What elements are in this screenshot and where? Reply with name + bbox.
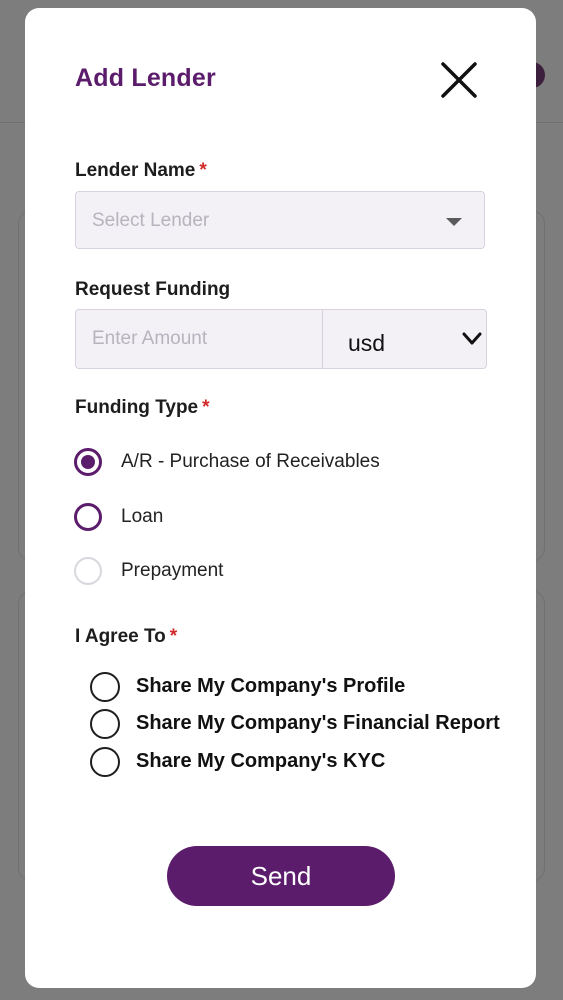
agree-checkbox[interactable] [90, 747, 120, 777]
close-icon [441, 62, 477, 98]
lender-select[interactable]: Select Lender [75, 191, 485, 249]
required-mark: * [169, 626, 178, 647]
add-lender-modal: Add Lender Lender Name * Select Lender Re… [25, 8, 536, 988]
agree-option-label: Share My Company's Financial Report [136, 712, 500, 734]
agree-checkbox[interactable] [90, 672, 120, 702]
funding-option-label: A/R - Purchase of Receivables [121, 451, 380, 472]
agree-checkbox[interactable] [90, 709, 120, 739]
radio-unchecked[interactable] [74, 557, 102, 585]
agree-option-label: Share My Company's KYC [136, 750, 386, 772]
close-button[interactable] [437, 58, 481, 102]
modal-title: Add Lender [75, 64, 216, 92]
agree-label: I Agree To * [75, 626, 177, 648]
chevron-down-icon [462, 332, 482, 345]
funding-option-label: Loan [121, 506, 164, 527]
request-funding-label: Request Funding [75, 279, 231, 300]
radio-checked[interactable] [74, 448, 102, 476]
radio-unchecked[interactable] [74, 503, 102, 531]
currency-select[interactable]: usd [323, 310, 486, 368]
lender-name-label: Lender Name * [75, 160, 207, 182]
currency-value: usd [348, 330, 386, 356]
amount-input[interactable] [76, 310, 323, 368]
request-funding-group: usd [75, 309, 487, 369]
funding-type-label-text: Funding Type [75, 397, 199, 418]
caret-down-icon [446, 218, 462, 226]
required-mark: * [202, 397, 210, 418]
lender-name-label-text: Lender Name [75, 160, 196, 181]
required-mark: * [199, 160, 207, 181]
funding-option-label: Prepayment [121, 560, 224, 581]
lender-select-placeholder: Select Lender [92, 210, 210, 231]
agree-option-label: Share My Company's Profile [136, 675, 406, 697]
send-button[interactable]: Send [167, 846, 395, 906]
agree-label-text: I Agree To [75, 626, 166, 647]
funding-type-label: Funding Type * [75, 397, 210, 419]
